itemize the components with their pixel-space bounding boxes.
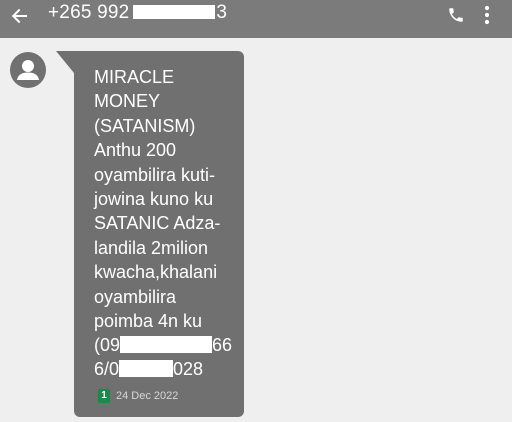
message-phone-lines: (09 66 6/0 028 (94, 333, 244, 382)
conversation-title: +265 992 3 (48, 2, 227, 24)
back-button[interactable] (6, 3, 32, 29)
person-icon (17, 60, 39, 80)
message-timestamp: 24 Dec 2022 (116, 390, 179, 402)
message-line: (09 66 (94, 333, 244, 357)
phone-icon (449, 8, 463, 22)
message-bubble-tail (56, 51, 74, 73)
message-text-part: 028 (173, 359, 204, 380)
contact-avatar[interactable] (10, 52, 46, 88)
arrow-back-icon (11, 8, 27, 24)
contact-number-prefix: +265 992 (48, 2, 130, 23)
message-text-part: 66 (212, 335, 233, 355)
contact-number-suffix: 3 (216, 2, 228, 23)
message-line: 6/0 028 (94, 357, 244, 381)
more-vert-icon (484, 5, 490, 25)
redaction-block (133, 5, 216, 19)
redaction-block (120, 336, 213, 353)
more-options-button[interactable] (476, 2, 498, 28)
redaction-block (119, 360, 174, 378)
sim-badge: 1 (98, 389, 110, 403)
call-button[interactable] (443, 2, 469, 28)
message-text-part: 6/0 (94, 359, 120, 380)
message-text: MIRACLE MONEY (SATANISM) Anthu 200 oyamb… (94, 67, 221, 332)
app-bar: +265 992 3 (0, 0, 512, 38)
message-text-part: (09 (94, 335, 121, 355)
